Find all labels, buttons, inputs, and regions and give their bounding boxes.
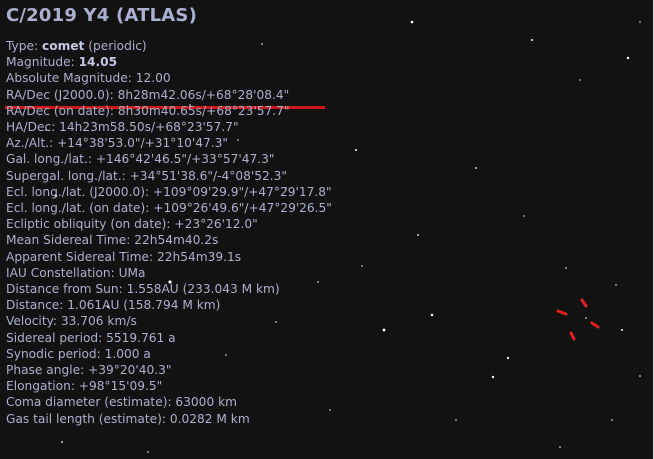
detail-supergalactic: Supergal. long./lat.: +34°51'38.6"/-4°08… — [6, 168, 287, 183]
magnitude-value: 14.05 — [78, 55, 118, 70]
magnitude-row: Magnitude: 14.05 — [6, 54, 332, 70]
detail-galactic: Gal. long./lat.: +146°42'46.5"/+33°57'47… — [6, 152, 275, 167]
type-row: Type: comet (periodic) — [6, 38, 332, 54]
detail-distance-from-sun: Distance from Sun: 1.558AU (233.043 M km… — [6, 282, 280, 297]
detail-synodic-period: Synodic period: 1.000 a — [6, 346, 151, 361]
type-label: Type: — [6, 39, 39, 53]
detail-gas-tail-length: Gas tail length (estimate): 0.0282 M km — [6, 411, 250, 426]
detail-distance: Distance: 1.061AU (158.794 M km) — [6, 298, 221, 313]
object-info-panel: C/2019 Y4 (ATLAS) Type: comet (periodic)… — [6, 4, 332, 427]
detail-mean-sidereal-time: Mean Sidereal Time: 22h54m40.2s — [6, 233, 219, 248]
detail-az-alt: Az./Alt.: +14°38'53.0"/+31°10'47.3" — [6, 136, 229, 151]
detail-constellation: IAU Constellation: UMa — [6, 265, 146, 280]
detail-ecliptic-obliquity: Ecliptic obliquity (on date): +23°26'12.… — [6, 217, 258, 232]
detail-ecliptic-on-date: Ecl. long./lat. (on date): +109°26'49.6"… — [6, 201, 332, 216]
type-value: comet — [41, 39, 85, 53]
target-reticle-icon[interactable] — [556, 298, 600, 341]
detail-ra-dec-on-date: RA/Dec (on date): 8h30m40.65s/+68°23'57.… — [6, 103, 290, 118]
detail-absolute-magnitude: Absolute Magnitude: 12.00 — [6, 71, 171, 86]
detail-ha-dec: HA/Dec: 14h23m58.50s/+68°23'57.7" — [6, 120, 239, 135]
detail-coma-diameter: Coma diameter (estimate): 63000 km — [6, 395, 237, 410]
detail-sidereal-period: Sidereal period: 5519.761 a — [6, 330, 176, 345]
detail-ecliptic-j2000: Ecl. long./lat. (J2000.0): +109°09'29.9"… — [6, 184, 332, 199]
object-title: C/2019 Y4 (ATLAS) — [6, 5, 198, 26]
detail-elongation: Elongation: +98°15'09.5" — [6, 379, 163, 394]
magnitude-label: Magnitude: — [6, 55, 75, 70]
type-suffix: (periodic) — [88, 39, 147, 53]
detail-ra-dec-j2000: RA/Dec (J2000.0): 8h28m42.06s/+68°28'08.… — [6, 87, 290, 102]
detail-phase-angle: Phase angle: +39°20'40.3" — [6, 363, 172, 378]
detail-apparent-sidereal-time: Apparent Sidereal Time: 22h54m39.1s — [6, 249, 242, 264]
detail-velocity: Velocity: 33.706 km/s — [6, 314, 137, 329]
